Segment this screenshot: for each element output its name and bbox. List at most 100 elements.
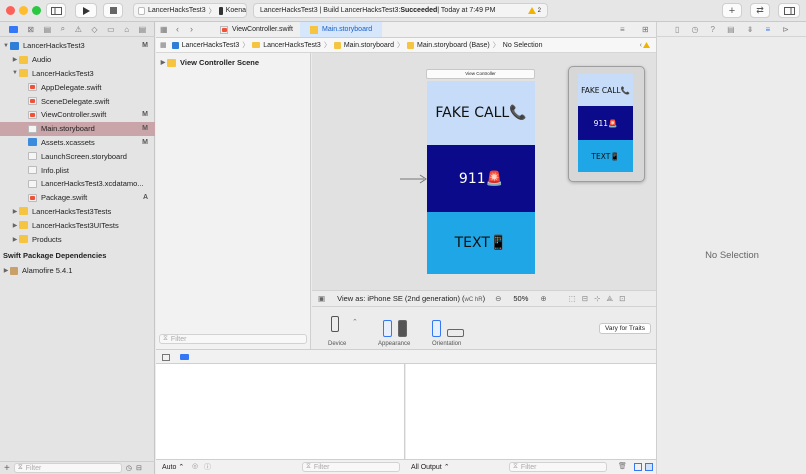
breadcrumb-project[interactable]: LancerHacksTest3 bbox=[182, 42, 240, 49]
variables-scope-select[interactable]: Auto ⌃ bbox=[162, 463, 184, 471]
disclosure-right-icon[interactable]: ▶ bbox=[11, 208, 19, 215]
disclosure-right-icon[interactable]: ▶ bbox=[11, 222, 19, 229]
emergency-911-button[interactable]: 911🚨 bbox=[427, 145, 535, 212]
light-appearance-icon[interactable] bbox=[383, 320, 392, 337]
debug-tab-icon[interactable]: ▭ bbox=[107, 25, 115, 34]
update-frames-icon[interactable]: ⬚ bbox=[569, 294, 576, 303]
console-filter-input[interactable]: ⧖ Filter bbox=[509, 462, 607, 472]
add-constraints-icon[interactable]: ⊹ bbox=[594, 294, 600, 303]
file-tree-item[interactable]: Package.swift A bbox=[0, 191, 155, 205]
chevron-updown-icon[interactable]: ⌃ bbox=[352, 318, 358, 326]
scm-filter-icon[interactable]: ⊟ bbox=[136, 464, 142, 472]
forward-button[interactable]: › bbox=[190, 24, 193, 34]
file-tree-item[interactable]: ▼ LancerHacksTest3 M bbox=[0, 39, 155, 53]
trash-icon[interactable]: 🗑 bbox=[618, 462, 627, 470]
fake-call-button[interactable]: FAKE CALL📞 bbox=[427, 81, 535, 145]
code-review-button[interactable]: ⇄ bbox=[750, 3, 770, 18]
portrait-icon[interactable] bbox=[432, 320, 441, 337]
file-tree-item[interactable]: ▶ Products bbox=[0, 232, 155, 246]
embed-icon[interactable]: ⊡ bbox=[619, 294, 625, 303]
disclosure-down-icon[interactable]: ▼ bbox=[11, 70, 19, 76]
breadcrumb-selection[interactable]: No Selection bbox=[503, 42, 543, 49]
outline-toggle-icon[interactable]: ▣ bbox=[318, 294, 325, 303]
navigator-filter-input[interactable]: ⧖ Filter bbox=[13, 463, 122, 473]
disclosure-down-icon[interactable]: ▼ bbox=[2, 43, 10, 49]
align-icon[interactable]: ⊟ bbox=[582, 294, 588, 303]
disclosure-right-icon[interactable]: ▶ bbox=[11, 236, 19, 243]
identity-inspector-icon[interactable]: ▤ bbox=[727, 25, 735, 34]
file-inspector-icon[interactable]: ▯ bbox=[675, 25, 679, 34]
inspector-toggle-button[interactable] bbox=[778, 3, 800, 18]
warning-indicator[interactable]: 2 bbox=[527, 7, 541, 14]
hide-debug-area-icon[interactable] bbox=[162, 354, 170, 361]
variables-filter-input[interactable]: ⧖ Filter bbox=[302, 462, 400, 472]
landscape-icon[interactable] bbox=[447, 329, 464, 337]
view-controller-title-bar[interactable]: View Controller bbox=[426, 69, 535, 79]
outline-scene-row[interactable]: ▶ View Controller Scene bbox=[156, 56, 311, 70]
breadcrumb-file[interactable]: Main.storyboard bbox=[344, 42, 394, 49]
file-tree-item[interactable]: Info.plist bbox=[0, 163, 155, 177]
tab-viewcontroller-swift[interactable]: ViewController.swift bbox=[210, 22, 300, 37]
spm-item-alamofire[interactable]: ▶ Alamofire 5.4.1 bbox=[0, 264, 155, 278]
previous-issue-icon[interactable]: ‹ bbox=[640, 42, 642, 49]
source-control-tab-icon[interactable]: ⊠ bbox=[27, 25, 34, 34]
issue-tab-icon[interactable]: ⚠ bbox=[75, 25, 82, 34]
dark-appearance-icon[interactable] bbox=[398, 320, 407, 337]
file-tree-item[interactable]: Assets.xcassets M bbox=[0, 136, 155, 150]
file-tree-item[interactable]: ▶ Audio bbox=[0, 53, 155, 67]
folder-tab-icon[interactable] bbox=[8, 25, 18, 33]
symbol-tab-icon[interactable]: ▤ bbox=[44, 25, 52, 34]
quick-help-icon[interactable]: ? bbox=[711, 25, 715, 34]
grid-icon[interactable]: ▦ bbox=[160, 41, 167, 49]
file-tree-item[interactable]: LancerHacksTest3.xcdatamo... bbox=[0, 177, 155, 191]
breakpoints-toggle-icon[interactable] bbox=[180, 354, 189, 360]
add-icon[interactable]: + bbox=[4, 463, 10, 474]
vary-for-traits-button[interactable]: Vary for Traits bbox=[599, 323, 651, 334]
zoom-window-button[interactable] bbox=[32, 6, 41, 15]
disclosure-right-icon[interactable]: ▶ bbox=[2, 267, 10, 274]
file-tree-item[interactable]: ▶ LancerHacksTest3Tests bbox=[0, 205, 155, 219]
breadcrumb-group[interactable]: LancerHacksTest3 bbox=[263, 42, 321, 49]
minimize-window-button[interactable] bbox=[19, 6, 28, 15]
back-button[interactable]: ‹ bbox=[176, 24, 179, 34]
device-picker-icon[interactable] bbox=[331, 316, 339, 332]
show-console-icon[interactable] bbox=[645, 463, 653, 471]
output-select[interactable]: All Output ⌃ bbox=[411, 463, 450, 471]
grid-icon[interactable]: ▦ bbox=[160, 25, 168, 34]
split-editor-icon[interactable]: ⊞ bbox=[642, 25, 649, 34]
warning-icon[interactable] bbox=[643, 42, 650, 48]
zoom-in-icon[interactable]: ⊕ bbox=[540, 294, 546, 303]
outline-filter-input[interactable]: ⧖ Filter bbox=[159, 334, 307, 344]
history-inspector-icon[interactable]: ◷ bbox=[692, 25, 699, 34]
recent-files-icon[interactable]: ◷ bbox=[126, 464, 132, 472]
view-as-control[interactable]: View as: iPhone SE (2nd generation) (wC … bbox=[337, 294, 485, 303]
show-variables-icon[interactable] bbox=[634, 463, 642, 471]
info-icon[interactable]: ⓘ bbox=[204, 462, 211, 472]
scheme-selector[interactable]: LancerHacksTest3 〉 Koena bbox=[133, 3, 247, 18]
stop-button[interactable] bbox=[103, 3, 123, 18]
editor-options-icon[interactable]: ≡ bbox=[620, 25, 625, 34]
connections-inspector-icon[interactable]: ⊳ bbox=[782, 25, 789, 34]
tab-main-storyboard[interactable]: Main.storyboard bbox=[300, 22, 382, 37]
disclosure-right-icon[interactable]: ▶ bbox=[159, 59, 167, 66]
disclosure-right-icon[interactable]: ▶ bbox=[11, 56, 19, 63]
file-tree-item[interactable]: ▶ LancerHacksTest3UITests bbox=[0, 218, 155, 232]
library-button[interactable]: + bbox=[722, 3, 742, 18]
file-tree-item[interactable]: Main.storyboard M bbox=[0, 121, 155, 136]
eye-icon[interactable]: ◎ bbox=[192, 462, 198, 470]
test-tab-icon[interactable]: ◇ bbox=[91, 25, 97, 34]
breakpoint-tab-icon[interactable]: ⌂ bbox=[124, 25, 129, 34]
resolve-issues-icon[interactable]: ⟁ bbox=[606, 294, 613, 304]
report-tab-icon[interactable]: ▤ bbox=[139, 25, 147, 34]
size-inspector-icon[interactable]: ≡ bbox=[765, 25, 770, 34]
attributes-inspector-icon[interactable]: ⇟ bbox=[747, 25, 754, 34]
file-tree-item[interactable]: AppDelegate.swift bbox=[0, 80, 155, 94]
find-tab-icon[interactable]: ⌕ bbox=[61, 24, 65, 34]
close-window-button[interactable] bbox=[6, 6, 15, 15]
breadcrumb-localization[interactable]: Main.storyboard (Base) bbox=[417, 42, 490, 49]
navigator-toggle-button[interactable] bbox=[46, 3, 66, 18]
file-tree-item[interactable]: ViewController.swift M bbox=[0, 108, 155, 122]
file-tree-item[interactable]: ▼ LancerHacksTest3 bbox=[0, 67, 155, 81]
file-tree-item[interactable]: SceneDelegate.swift bbox=[0, 94, 155, 108]
zoom-out-icon[interactable]: ⊖ bbox=[495, 294, 501, 303]
